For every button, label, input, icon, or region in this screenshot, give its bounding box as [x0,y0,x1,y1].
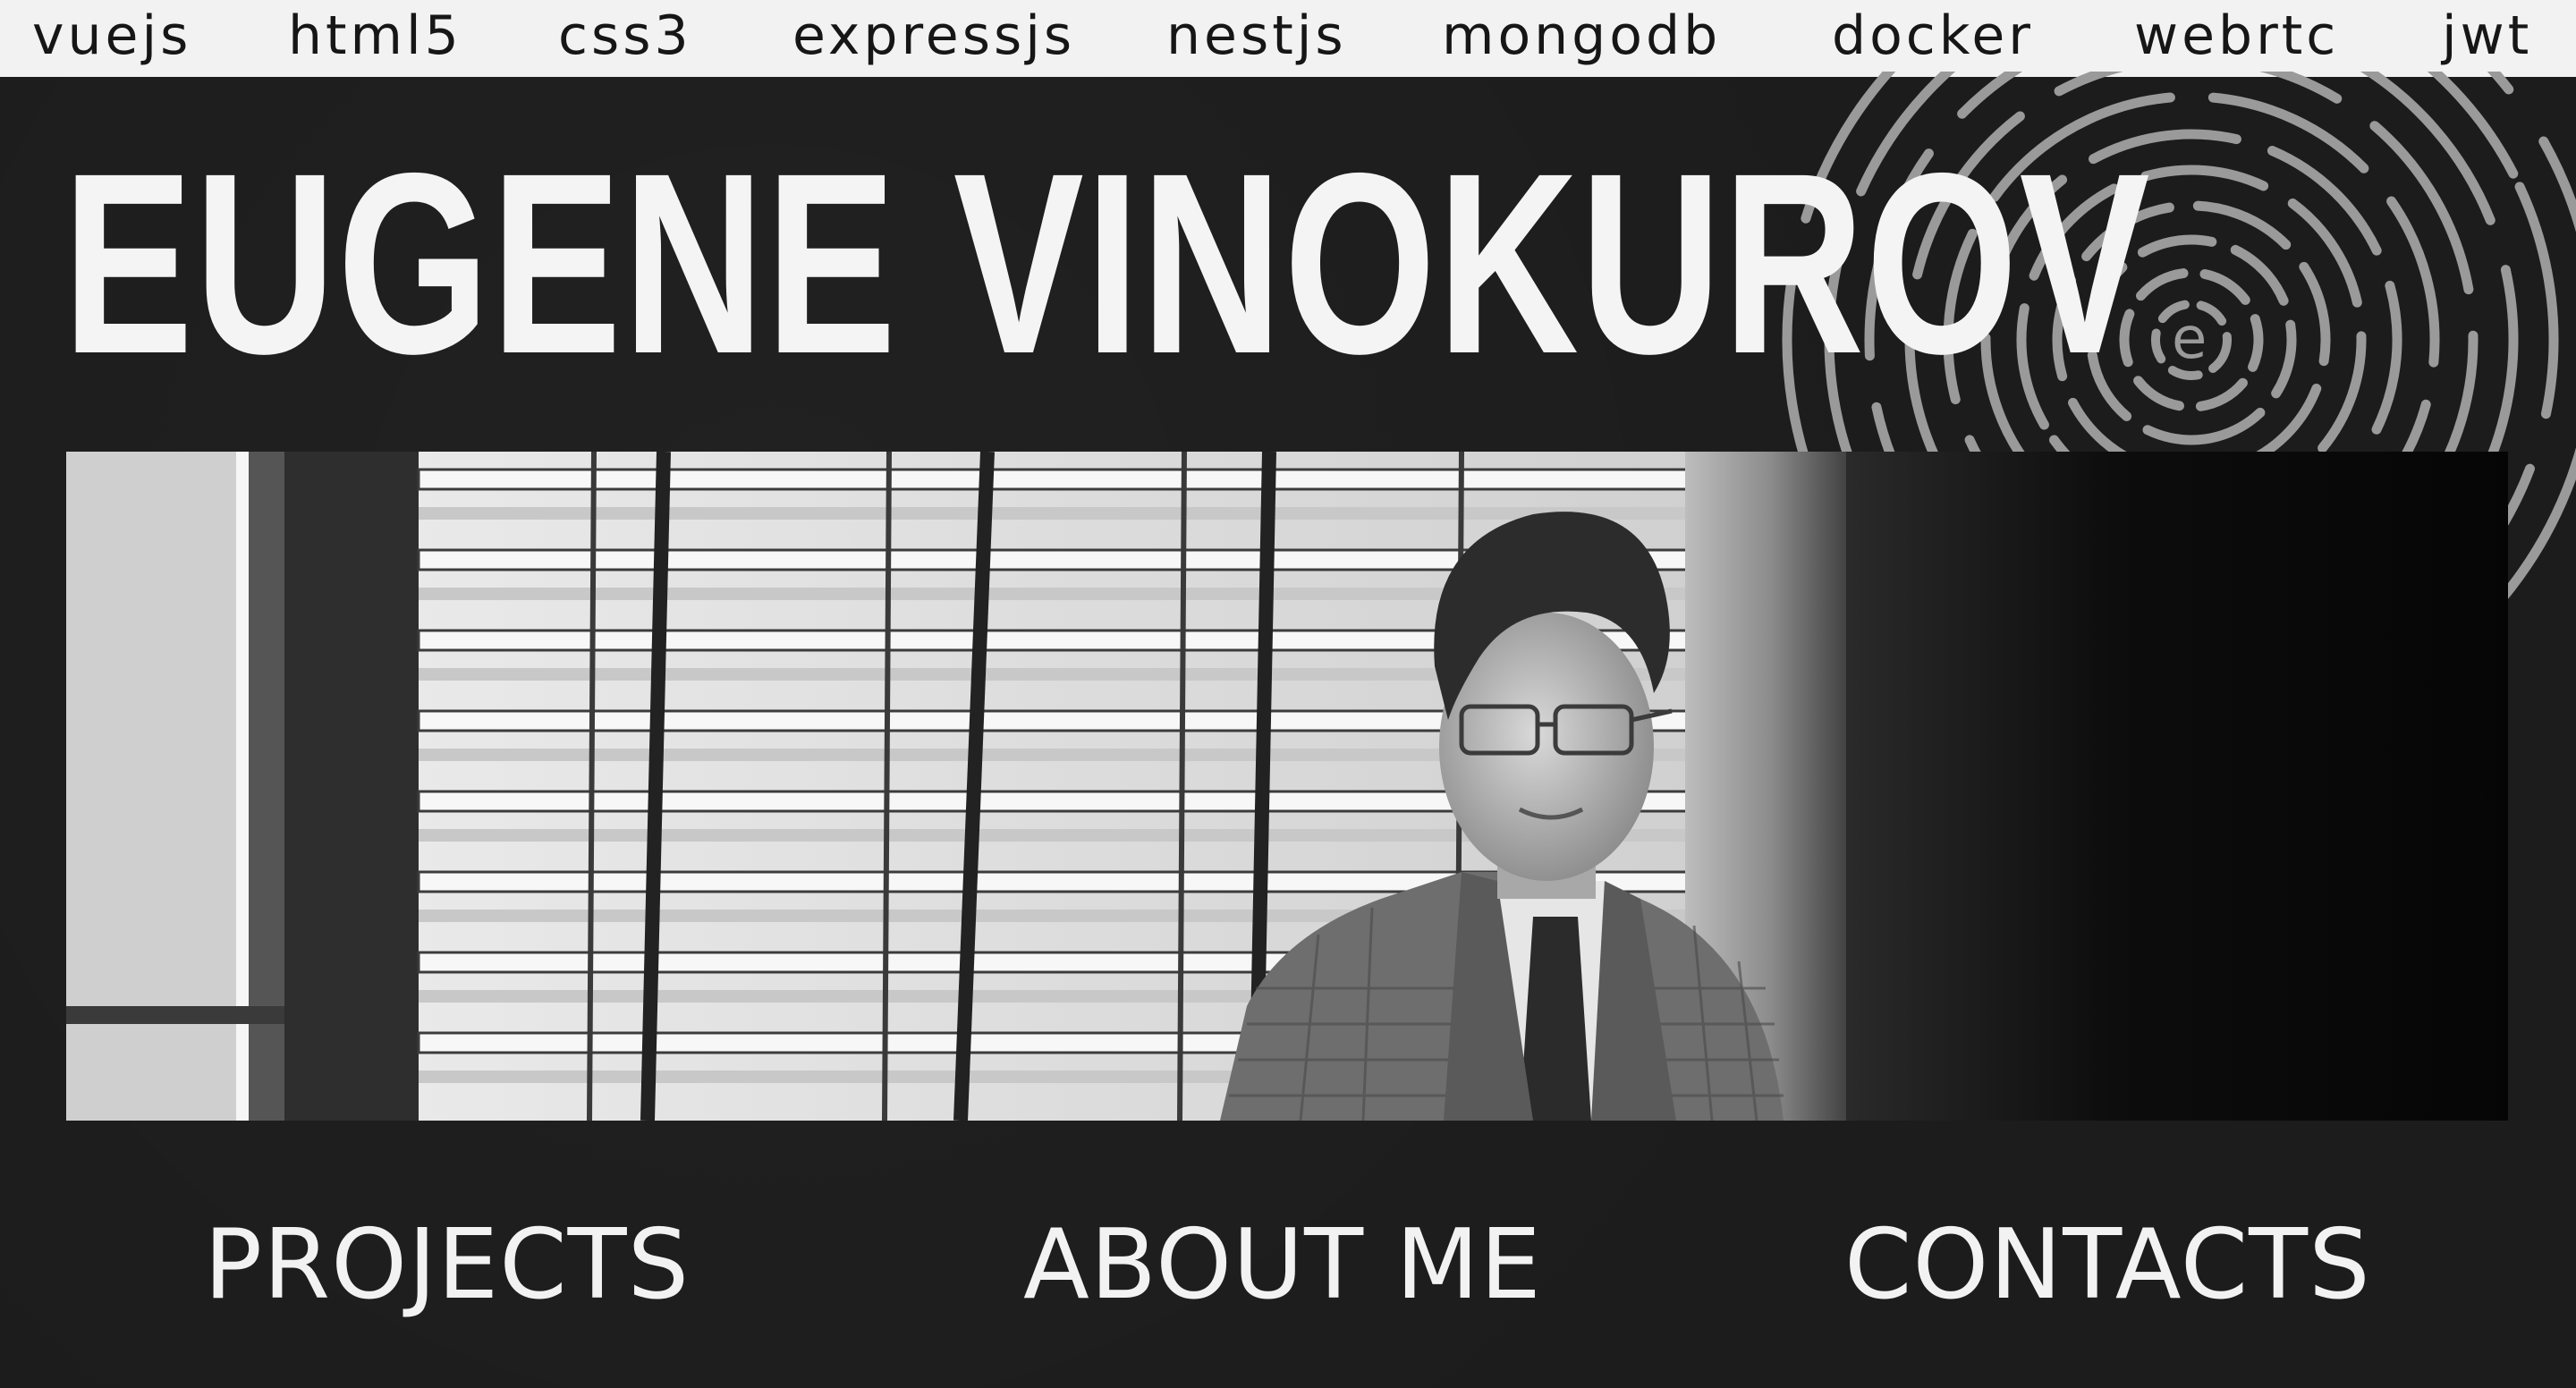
tech-item-nestjs: nestjs [1166,4,1347,67]
portfolio-page: vuejs html5 css3 expressjs nestjs mongod… [0,0,2576,1388]
portrait-photo [66,452,2508,1121]
nav-projects[interactable]: PROJECTS [204,1207,690,1324]
nav-contacts[interactable]: CONTACTS [1844,1207,2371,1324]
tech-item-webrtc: webrtc [2134,4,2340,67]
tech-item-jwt: jwt [2442,4,2533,67]
tech-item-css3: css3 [558,4,692,67]
page-title: EUGENE VINOKUROV [63,120,2152,408]
tech-item-html5: html5 [288,4,462,67]
tech-item-expressjs: expressjs [792,4,1076,67]
tech-item-vuejs: vuejs [32,4,192,67]
tech-item-docker: docker [1832,4,2034,67]
nav-about-me[interactable]: ABOUT ME [1023,1207,1542,1324]
tech-stack-ticker: vuejs html5 css3 expressjs nestjs mongod… [0,0,2576,77]
tech-item-mongodb: mongodb [1442,4,1722,67]
svg-text:e: e [2172,306,2207,372]
